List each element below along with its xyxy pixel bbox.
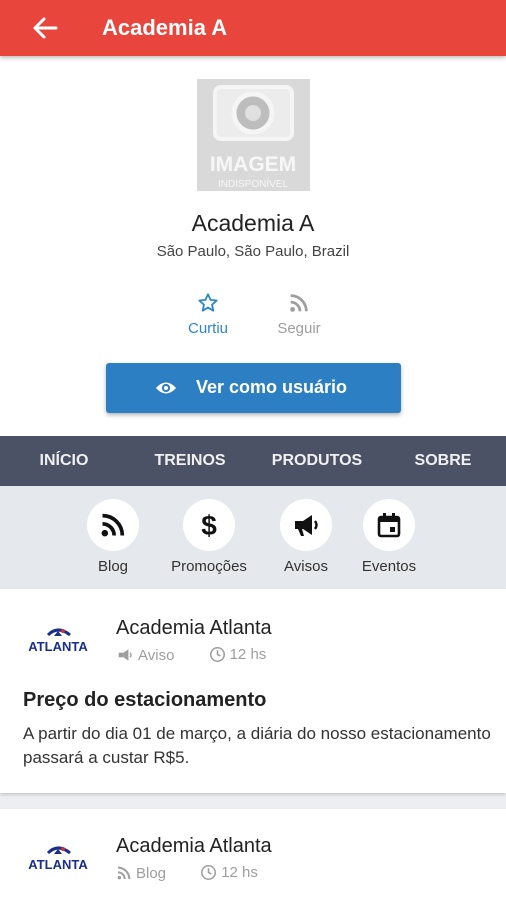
- feed: ATLANTA Academia Atlanta Aviso 12 hs Pre…: [0, 589, 506, 909]
- post-card[interactable]: ATLANTA Academia Atlanta Blog 12 hs: [0, 809, 506, 909]
- eye-icon: [155, 382, 177, 394]
- post-meta: Aviso 12 hs: [116, 646, 296, 667]
- category-shortcuts: Blog $ Promoções Avisos Eventos: [0, 486, 506, 589]
- post-type-label: Aviso: [138, 646, 175, 664]
- post-time: 12 hs: [209, 646, 267, 663]
- tab-treinos[interactable]: TREINOS: [140, 436, 240, 486]
- view-as-user-label: Ver como usuário: [196, 377, 348, 397]
- camera-icon: IMAGEM INDISPONÍVEL: [210, 85, 296, 190]
- like-label: Curtiu: [187, 320, 228, 337]
- star-icon: [198, 293, 218, 312]
- category-blog[interactable]: Blog: [63, 499, 163, 575]
- tab-sobre[interactable]: SOBRE: [393, 436, 493, 486]
- tab-bar: INÍCIO TREINOS PRODUTOS SOBRE: [0, 436, 506, 486]
- category-blog-label: Blog: [97, 558, 129, 575]
- category-eventos-label: Eventos: [361, 558, 417, 575]
- page-title: Academia A: [102, 15, 228, 40]
- svg-text:$: $: [201, 511, 217, 539]
- post-author: Academia Atlanta: [116, 835, 272, 857]
- post-time-label: 12 hs: [229, 646, 267, 663]
- calendar-icon: [377, 513, 401, 538]
- post-type: Aviso: [116, 647, 174, 664]
- profile-image-placeholder: IMAGEM INDISPONÍVEL: [197, 79, 310, 191]
- dollar-icon: $: [201, 511, 217, 539]
- gym-location: São Paulo, São Paulo, Brazil: [156, 243, 350, 260]
- atlanta-logo: ATLANTA: [28, 846, 88, 872]
- follow-button[interactable]: Seguir: [259, 292, 339, 337]
- category-avisos-circle: [280, 499, 332, 551]
- category-promocoes-label: Promoções: [171, 558, 247, 575]
- rss-icon: [117, 866, 131, 880]
- app-bar: Academia A: [0, 0, 506, 56]
- clock-icon: [201, 864, 217, 881]
- tab-inicio[interactable]: INÍCIO: [14, 436, 114, 486]
- category-promocoes-circle: $: [183, 499, 235, 551]
- image-unavailable-text: IMAGEM: [210, 153, 296, 176]
- post-time: 12 hs: [200, 864, 258, 881]
- image-unavailable-subtext: INDISPONÍVEL: [218, 177, 288, 190]
- gym-name: Academia A: [191, 210, 315, 236]
- megaphone-icon: [295, 515, 318, 536]
- like-button[interactable]: Curtiu: [168, 292, 248, 337]
- post-type: Blog: [116, 865, 166, 882]
- atlanta-logo-text: ATLANTA: [28, 857, 88, 872]
- post-card[interactable]: ATLANTA Academia Atlanta Aviso 12 hs Pre…: [0, 589, 506, 793]
- view-as-user-button[interactable]: Ver como usuário: [106, 363, 401, 413]
- category-eventos-circle: [363, 499, 415, 551]
- back-button[interactable]: [30, 14, 60, 42]
- profile-header: IMAGEM INDISPONÍVEL Academia A São Paulo…: [0, 56, 506, 436]
- clock-icon: [209, 646, 225, 663]
- post-type-label: Blog: [136, 864, 167, 882]
- post-meta: Blog 12 hs: [116, 864, 288, 885]
- atlanta-logo-text: ATLANTA: [28, 639, 88, 654]
- post-time-label: 12 hs: [221, 864, 258, 881]
- post-title: Preço do estacionamento: [23, 689, 267, 711]
- atlanta-logo: ATLANTA: [28, 628, 88, 654]
- category-eventos[interactable]: Eventos: [339, 499, 439, 575]
- category-blog-circle: [87, 499, 139, 551]
- category-promocoes[interactable]: $ Promoções: [159, 499, 259, 575]
- follow-label: Seguir: [277, 320, 321, 337]
- megaphone-icon: [118, 649, 132, 661]
- rss-icon: [290, 294, 308, 312]
- tab-produtos[interactable]: PRODUTOS: [262, 436, 372, 486]
- post-body: A partir do dia 01 de março, a diária do…: [23, 724, 491, 767]
- post-author: Academia Atlanta: [116, 617, 272, 639]
- arrow-left-icon: [33, 17, 58, 39]
- rss-icon: [101, 513, 125, 537]
